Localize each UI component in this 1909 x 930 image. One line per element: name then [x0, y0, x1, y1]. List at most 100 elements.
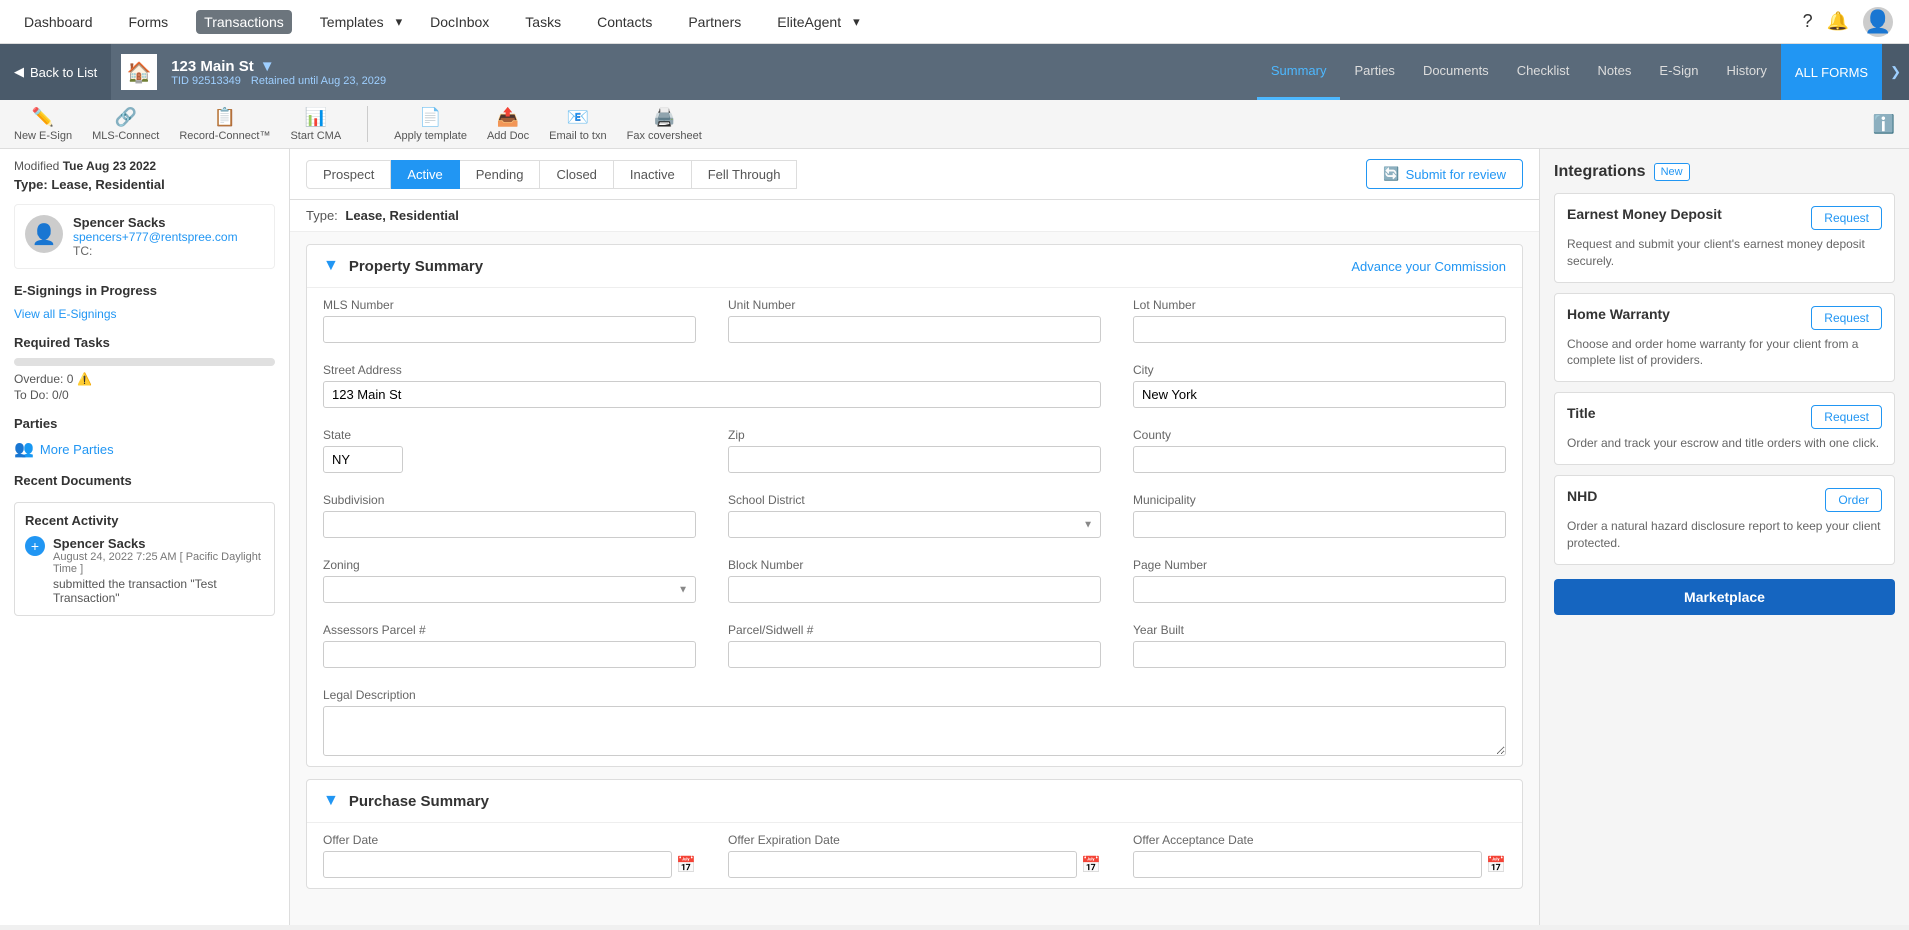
nav-transactions[interactable]: Transactions — [196, 10, 292, 34]
modified-info: Modified Tue Aug 23 2022 — [14, 159, 275, 173]
city-input[interactable] — [1133, 381, 1506, 408]
tasks-section: Required Tasks Overdue: 0 ⚠️ To Do: 0/0 — [14, 335, 275, 402]
nav-partners[interactable]: Partners — [680, 10, 749, 34]
back-arrow-icon: ◀ — [14, 64, 24, 80]
transaction-icon: 🏠 — [121, 54, 157, 90]
offer-acceptance-calendar-icon[interactable]: 📅 — [1486, 855, 1506, 875]
zip-input[interactable] — [728, 446, 1101, 473]
mls-number-input[interactable] — [323, 316, 696, 343]
nav-forms[interactable]: Forms — [121, 10, 177, 34]
offer-acceptance-date-input[interactable] — [1133, 851, 1482, 878]
activity-item: + Spencer Sacks August 24, 2022 7:25 AM … — [25, 536, 264, 605]
unit-number-input[interactable] — [728, 316, 1101, 343]
eliteagent-dropdown-icon: ▾ — [853, 14, 860, 30]
nhd-desc: Order a natural hazard disclosure report… — [1567, 518, 1882, 552]
status-tab-active[interactable]: Active — [391, 160, 459, 189]
status-tabs-bar: Prospect Active Pending Closed Inactive … — [290, 149, 1539, 200]
address-dropdown-icon[interactable]: ▼ — [260, 58, 275, 75]
tab-notes[interactable]: Notes — [1583, 44, 1645, 100]
purchase-section-title: Purchase Summary — [349, 793, 489, 810]
tab-summary[interactable]: Summary — [1257, 44, 1341, 100]
transaction-tabs: Summary Parties Documents Checklist Note… — [1257, 44, 1781, 100]
transaction-info: 123 Main St ▼ TID 92513349 Retained unti… — [167, 58, 1237, 87]
collapse-panel-button[interactable]: ❯ — [1882, 44, 1909, 100]
people-icon: 👥 — [14, 439, 34, 459]
assessors-parcel-input[interactable] — [323, 641, 696, 668]
field-zip: Zip — [712, 418, 1117, 483]
purchase-collapse-button[interactable]: ▼ — [323, 792, 339, 810]
street-address-input[interactable] — [323, 381, 1101, 408]
field-offer-date: Offer Date 📅 — [307, 823, 712, 888]
record-icon: 📋 — [214, 107, 236, 128]
top-navigation: Dashboard Forms Transactions Templates ▾… — [0, 0, 1909, 44]
block-number-input[interactable] — [728, 576, 1101, 603]
main-layout: Modified Tue Aug 23 2022 Type: Lease, Re… — [0, 149, 1909, 925]
year-built-input[interactable] — [1133, 641, 1506, 668]
page-number-input[interactable] — [1133, 576, 1506, 603]
municipality-input[interactable] — [1133, 511, 1506, 538]
lot-number-input[interactable] — [1133, 316, 1506, 343]
type-label-bar: Type: Lease, Residential — [290, 200, 1539, 232]
view-all-esignings-link[interactable]: View all E-Signings — [14, 307, 117, 321]
tab-parties[interactable]: Parties — [1340, 44, 1408, 100]
marketplace-button[interactable]: Marketplace — [1554, 579, 1895, 615]
activity-person: Spencer Sacks — [53, 536, 264, 551]
building-icon: 🏠 — [127, 60, 152, 85]
legal-description-input[interactable] — [323, 706, 1506, 756]
property-collapse-button[interactable]: ▼ — [323, 257, 339, 275]
subdivision-input[interactable] — [323, 511, 696, 538]
nav-eliteagent[interactable]: EliteAgent ▾ — [769, 10, 859, 34]
fax-coversheet-button[interactable]: 🖨️ Fax coversheet — [627, 107, 702, 142]
status-tab-fell-through[interactable]: Fell Through — [692, 160, 798, 189]
cma-icon: 📊 — [305, 107, 327, 128]
tab-history[interactable]: History — [1712, 44, 1780, 100]
all-forms-button[interactable]: ALL FORMS — [1781, 44, 1882, 100]
nhd-order-button[interactable]: Order — [1825, 488, 1882, 512]
user-icon[interactable]: 👤 — [1863, 7, 1893, 37]
back-to-list-button[interactable]: ◀ Back to List — [0, 44, 111, 100]
toolbar-info-icon[interactable]: ℹ️ — [1873, 114, 1895, 135]
apply-template-button[interactable]: 📄 Apply template — [394, 107, 467, 142]
field-offer-acceptance-date: Offer Acceptance Date 📅 — [1117, 823, 1522, 888]
nav-contacts[interactable]: Contacts — [589, 10, 660, 34]
offer-expiration-date-input[interactable] — [728, 851, 1077, 878]
record-connect-button[interactable]: 📋 Record-Connect™ — [179, 107, 270, 142]
add-doc-button[interactable]: 📤 Add Doc — [487, 107, 529, 142]
avatar: 👤 — [25, 215, 63, 253]
home-warranty-request-button[interactable]: Request — [1811, 306, 1882, 330]
offer-date-calendar-icon[interactable]: 📅 — [676, 855, 696, 875]
tab-esign[interactable]: E-Sign — [1645, 44, 1712, 100]
nav-docinbox[interactable]: DocInbox — [422, 10, 497, 34]
status-tab-prospect[interactable]: Prospect — [306, 160, 391, 189]
school-district-select[interactable] — [728, 511, 1101, 538]
submit-for-review-button[interactable]: 🔄 Submit for review — [1366, 159, 1523, 189]
advance-commission-link[interactable]: Advance your Commission — [1351, 259, 1506, 274]
earnest-money-request-button[interactable]: Request — [1811, 206, 1882, 230]
start-cma-button[interactable]: 📊 Start CMA — [290, 107, 341, 142]
offer-date-input[interactable] — [323, 851, 672, 878]
offer-expiration-calendar-icon[interactable]: 📅 — [1081, 855, 1101, 875]
parcel-sidwell-input[interactable] — [728, 641, 1101, 668]
state-input[interactable] — [323, 446, 403, 473]
contact-email[interactable]: spencers+777@rentspree.com — [73, 230, 238, 244]
activity-add-icon: + — [25, 536, 45, 556]
status-tab-closed[interactable]: Closed — [540, 160, 613, 189]
help-icon[interactable]: ? — [1803, 11, 1813, 32]
zoning-select[interactable] — [323, 576, 696, 603]
nav-dashboard[interactable]: Dashboard — [16, 10, 101, 34]
nav-tasks[interactable]: Tasks — [517, 10, 569, 34]
nav-templates[interactable]: Templates ▾ — [312, 10, 402, 34]
more-parties-button[interactable]: 👥 More Parties — [14, 439, 275, 459]
field-assessors-parcel: Assessors Parcel # — [307, 613, 712, 678]
tab-documents[interactable]: Documents — [1409, 44, 1503, 100]
tab-checklist[interactable]: Checklist — [1503, 44, 1584, 100]
status-tab-inactive[interactable]: Inactive — [614, 160, 692, 189]
new-esign-button[interactable]: ✏️ New E-Sign — [14, 107, 72, 142]
bell-icon[interactable]: 🔔 — [1827, 11, 1849, 32]
mls-connect-button[interactable]: 🔗 MLS-Connect — [92, 107, 159, 142]
title-request-button[interactable]: Request — [1811, 405, 1882, 429]
activity-title: Recent Activity — [25, 513, 264, 528]
status-tab-pending[interactable]: Pending — [460, 160, 541, 189]
county-input[interactable] — [1133, 446, 1506, 473]
email-to-txn-button[interactable]: 📧 Email to txn — [549, 107, 606, 142]
